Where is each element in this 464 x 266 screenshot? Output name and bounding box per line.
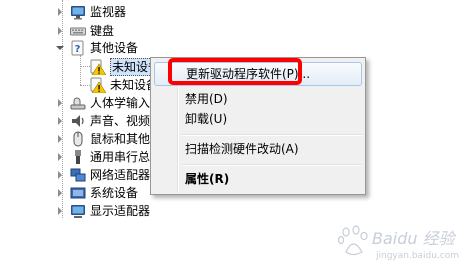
menu-item-label: 扫描检测硬件改动(A) bbox=[185, 142, 299, 156]
expand-arrow-icon[interactable] bbox=[58, 189, 62, 197]
watermark-text: Baidu 经验 bbox=[372, 229, 457, 248]
menu-separator bbox=[182, 134, 362, 136]
tree-item-label: 通用串行总 bbox=[90, 150, 151, 164]
system-icon bbox=[70, 187, 86, 199]
warning-device-icon bbox=[90, 77, 106, 93]
tree-item-system[interactable]: 系统设备 bbox=[0, 183, 160, 203]
usb-icon bbox=[75, 150, 81, 164]
tree-item-sound[interactable]: 声音、视频 bbox=[0, 111, 160, 131]
expand-arrow-icon[interactable] bbox=[58, 8, 62, 16]
tree-line bbox=[80, 85, 90, 86]
tree-item-label: 系统设备 bbox=[90, 186, 139, 200]
menu-item-label: 属性(R) bbox=[185, 172, 230, 186]
tree-line bbox=[80, 55, 81, 85]
expand-arrow-icon[interactable] bbox=[58, 171, 62, 179]
menu-item-scan-hardware[interactable]: 扫描检测硬件改动(A) bbox=[154, 138, 362, 160]
monitor-icon bbox=[71, 6, 85, 20]
tree-item-usb[interactable]: 通用串行总 bbox=[0, 147, 160, 167]
menu-item-disable[interactable]: 禁用(D) bbox=[154, 88, 362, 110]
display-adapter-icon bbox=[71, 205, 85, 218]
tree-item-label: 监视器 bbox=[90, 5, 127, 19]
tree-item-label: 其他设备 bbox=[90, 41, 139, 55]
unknown-device-icon: ? bbox=[71, 40, 84, 56]
warning-device-icon bbox=[90, 59, 106, 75]
menu-item-label: 卸载(U) bbox=[185, 112, 228, 126]
expand-arrow-icon[interactable] bbox=[58, 153, 62, 161]
expand-arrow-icon[interactable] bbox=[58, 27, 62, 35]
tree-item-other-devices[interactable]: ? 其他设备 bbox=[0, 38, 160, 58]
baidu-logo-icon: Baidu 经验 jingyan.baidu.com bbox=[337, 225, 459, 261]
tree-item-network[interactable]: 网络适配器 bbox=[0, 165, 160, 185]
menu-separator bbox=[182, 164, 362, 166]
mouse-icon bbox=[73, 131, 83, 147]
watermark-sub: jingyan.baidu.com bbox=[375, 251, 459, 261]
collapse-arrow-icon[interactable] bbox=[56, 46, 64, 50]
tree-item-label: 声音、视频 bbox=[90, 114, 151, 128]
expand-arrow-icon[interactable] bbox=[58, 207, 62, 215]
watermark: Baidu 经验 jingyan.baidu.com bbox=[336, 222, 460, 262]
red-highlight-box bbox=[168, 58, 302, 85]
tree-item-label: 鼠标和其他 bbox=[90, 132, 151, 146]
tree-line bbox=[80, 66, 90, 67]
tree-item-label: 人体学输入 bbox=[90, 96, 151, 110]
tree-item-monitor[interactable]: 监视器 bbox=[0, 2, 160, 22]
expand-arrow-icon[interactable] bbox=[58, 135, 62, 143]
keyboard-icon bbox=[70, 27, 86, 36]
tree-item-hid[interactable]: 人体学输入 bbox=[0, 93, 160, 113]
svg-text:?: ? bbox=[75, 44, 81, 55]
hid-icon bbox=[70, 97, 86, 110]
tree-item-label: 网络适配器 bbox=[90, 168, 151, 182]
menu-item-properties[interactable]: 属性(R) bbox=[154, 168, 362, 190]
tree-item-label: 显示适配器 bbox=[90, 204, 151, 218]
expand-arrow-icon[interactable] bbox=[58, 117, 62, 125]
network-icon bbox=[70, 168, 86, 182]
speaker-icon bbox=[72, 115, 84, 127]
menu-item-label: 禁用(D) bbox=[185, 92, 228, 106]
tree-item-mouse[interactable]: 鼠标和其他 bbox=[0, 129, 160, 149]
menu-item-uninstall[interactable]: 卸载(U) bbox=[154, 108, 362, 130]
tree-item-display-adapter[interactable]: 显示适配器 bbox=[0, 201, 160, 221]
expand-arrow-icon[interactable] bbox=[58, 99, 62, 107]
